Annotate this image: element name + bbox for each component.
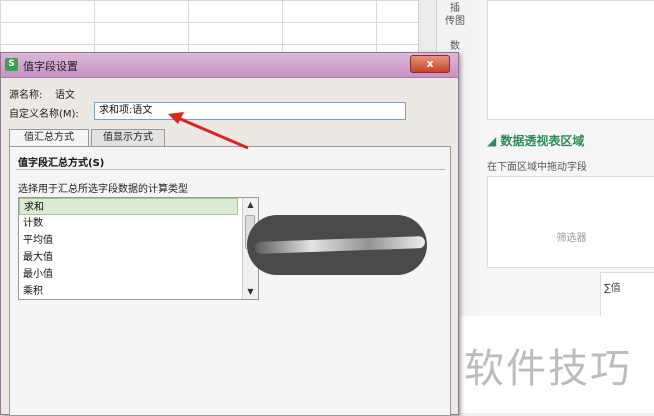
scribble-stroke <box>254 236 426 254</box>
red-arrow-line <box>177 116 249 150</box>
annotation-overlay <box>168 112 249 150</box>
scribble-redaction <box>247 215 427 275</box>
